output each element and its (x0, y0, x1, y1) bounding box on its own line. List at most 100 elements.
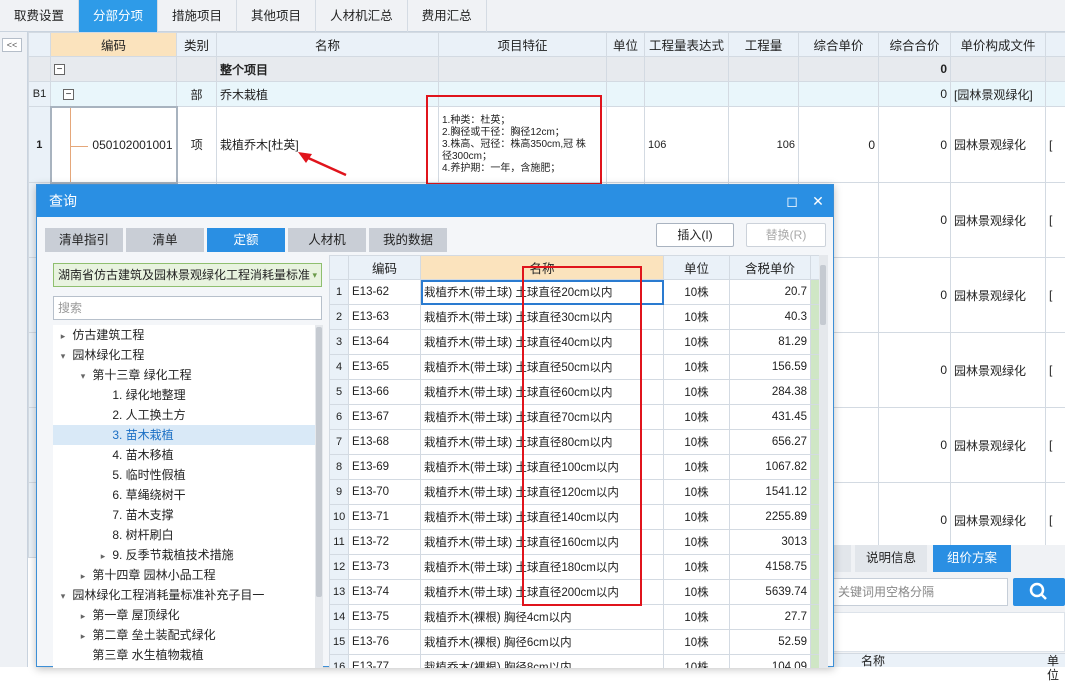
tree-search-input[interactable]: 搜索 (53, 296, 322, 320)
type-cell: 项 (177, 107, 217, 183)
collapsed-arrow-icon[interactable]: ▸ (97, 546, 109, 566)
search-button[interactable] (1013, 578, 1065, 606)
whole-project-total: 0 (879, 57, 951, 82)
tab-cost-summary[interactable]: 费用汇总 (408, 0, 487, 32)
col-header-qty-expr[interactable]: 工程量表达式 (645, 33, 729, 57)
grid-col-name[interactable]: 名称 (421, 256, 664, 280)
price-file-cell[interactable]: 园林景观绿化 (951, 258, 1046, 333)
tree-item[interactable]: 2. 人工换土方 (53, 405, 315, 425)
quota-row[interactable]: 14E13-75栽植乔木(裸根) 胸径4cm以内10株27.7 (330, 605, 820, 630)
col-header-price-file[interactable]: 单价构成文件 (951, 33, 1046, 57)
tree-item[interactable]: 5. 临时性假植 (53, 465, 315, 485)
tab-labor-material-summary[interactable]: 人材机汇总 (316, 0, 408, 32)
price-file-cell[interactable]: 园林景观绿化 (951, 333, 1046, 408)
collapsed-arrow-icon[interactable]: ▸ (57, 326, 69, 346)
quota-row[interactable]: 6E13-67栽植乔木(带土球) 土球直径70cm以内10株431.45 (330, 405, 820, 430)
expanded-arrow-icon[interactable]: ▾ (77, 366, 89, 386)
quota-row[interactable]: 13E13-74栽植乔木(带土球) 土球直径200cm以内10株5639.74 (330, 580, 820, 605)
collapsed-arrow-icon[interactable]: ▸ (77, 606, 89, 626)
expanded-arrow-icon[interactable]: ▾ (57, 586, 69, 606)
tree-item[interactable]: 6. 草绳绕树干 (53, 485, 315, 505)
code-cell[interactable]: 050102001001 (51, 107, 177, 183)
tab-pricing-scheme[interactable]: 组价方案 (933, 545, 1011, 572)
tree-item[interactable]: 1. 绿化地整理 (53, 385, 315, 405)
col-header-code[interactable]: 编码 (51, 33, 177, 57)
tree-scrollbar[interactable] (315, 325, 323, 668)
expanded-arrow-icon[interactable]: ▾ (57, 346, 69, 366)
name-cell: 栽植乔木(带土球) 土球直径20cm以内 (421, 280, 664, 305)
collapse-toggle-icon[interactable]: − (63, 89, 74, 100)
table-row-b1[interactable]: B1 − 部 乔木栽植 0 [园林景观绿化] (29, 82, 1065, 107)
qty-expr-cell[interactable]: 106 (645, 107, 729, 183)
tab-measures[interactable]: 措施项目 (158, 0, 237, 32)
tree-item-label: 2. 人工换土方 (112, 408, 185, 422)
tab-bill-guide[interactable]: 清单指引 (45, 228, 123, 252)
grid-col-price[interactable]: 含税单价 (730, 256, 811, 280)
col-header-unit[interactable]: 单位 (607, 33, 645, 57)
table-row-item1[interactable]: 1 050102001001 项 栽植乔木[杜英] 1.种类：杜英； 2.胸径或… (29, 107, 1065, 183)
col-header-name[interactable]: 名称 (217, 33, 439, 57)
maximize-icon[interactable]: ◻ (781, 185, 803, 217)
quota-row[interactable]: 4E13-65栽植乔木(带土球) 土球直径50cm以内10株156.59 (330, 355, 820, 380)
tab-other-items[interactable]: 其他项目 (237, 0, 316, 32)
tree-item[interactable]: 4. 苗木移植 (53, 445, 315, 465)
price-file-cell[interactable]: 园林景观绿化 (951, 183, 1046, 258)
keyword-search-input[interactable]: 关键词用空格分隔 (833, 578, 1008, 606)
library-select[interactable]: 湖南省仿古建筑及园林景观绿化工程消耗量标准▾ (53, 263, 322, 287)
collapsed-arrow-icon[interactable]: ▸ (77, 566, 89, 586)
tab-labor-material[interactable]: 人材机 (288, 228, 366, 252)
tab-bill[interactable]: 清单 (126, 228, 204, 252)
col-header-type[interactable]: 类别 (177, 33, 217, 57)
grid-col-code[interactable]: 编码 (349, 256, 421, 280)
tree-item[interactable]: 3. 苗木栽植 (53, 425, 315, 445)
insert-button[interactable]: 插入(I) (656, 223, 734, 247)
tree-item[interactable]: 7. 苗木支撑 (53, 505, 315, 525)
quota-row[interactable]: 3E13-64栽植乔木(带土球) 土球直径40cm以内10株81.29 (330, 330, 820, 355)
tab-my-data[interactable]: 我的数据 (369, 228, 447, 252)
price-file-cell[interactable]: 园林景观绿化 (951, 107, 1046, 183)
tab-description[interactable]: 说明信息 (855, 545, 927, 572)
col-header-qty[interactable]: 工程量 (729, 33, 799, 57)
price-file-cell[interactable]: 园林景观绿化 (951, 408, 1046, 483)
tree-item[interactable]: ▾ 园林绿化工程 (53, 345, 315, 365)
col-header-unit-price[interactable]: 综合单价 (799, 33, 879, 57)
price-cell: 27.7 (730, 605, 811, 630)
tab-sub-items[interactable]: 分部分项 (79, 0, 158, 32)
collapse-sidebar-button[interactable]: << (2, 38, 22, 52)
tree-item[interactable]: ▸ 9. 反季节栽植技术措施 (53, 545, 315, 565)
qty-cell[interactable]: 106 (729, 107, 799, 183)
quota-row[interactable]: 2E13-63栽植乔木(带土球) 土球直径30cm以内10株40.3 (330, 305, 820, 330)
collapse-toggle-icon[interactable]: − (54, 64, 65, 75)
grid-col-unit[interactable]: 单位 (664, 256, 730, 280)
col-header-features[interactable]: 项目特征 (439, 33, 607, 57)
quota-row[interactable]: 16E13-77栽植乔木(裸根) 胸径8cm以内10株104.09 (330, 655, 820, 669)
price-file-cell[interactable]: [园林景观绿化] (951, 82, 1046, 107)
quota-row[interactable]: 12E13-73栽植乔木(带土球) 土球直径180cm以内10株4158.75 (330, 555, 820, 580)
tree-item[interactable]: ▾ 第十三章 绿化工程 (53, 365, 315, 385)
tab-quota[interactable]: 定额 (207, 228, 285, 252)
quota-row[interactable]: 10E13-71栽植乔木(带土球) 土球直径140cm以内10株2255.89 (330, 505, 820, 530)
tab-fee-settings[interactable]: 取费设置 (0, 0, 79, 32)
collapsed-arrow-icon[interactable]: ▸ (77, 626, 89, 646)
tree-item[interactable]: 8. 树杆刷白 (53, 525, 315, 545)
tree-item[interactable]: ▸ 第二章 垒土装配式绿化 (53, 625, 315, 645)
table-row-whole-project[interactable]: − 整个项目 0 (29, 57, 1065, 82)
quota-row[interactable]: 8E13-69栽植乔木(带土球) 土球直径100cm以内10株1067.82 (330, 455, 820, 480)
quota-row[interactable]: 7E13-68栽植乔木(带土球) 土球直径80cm以内10株656.27 (330, 430, 820, 455)
quota-row[interactable]: 9E13-70栽植乔木(带土球) 土球直径120cm以内10株1541.12 (330, 480, 820, 505)
tree-item[interactable]: ▾ 园林绿化工程消耗量标准补充子目一 (53, 585, 315, 605)
quota-row[interactable]: 1E13-62栽植乔木(带土球) 土球直径20cm以内10株20.7 (330, 280, 820, 305)
tree-item[interactable]: ▸ 仿古建筑工程 (53, 325, 315, 345)
quota-row[interactable]: 15E13-76栽植乔木(裸根) 胸径6cm以内10株52.59 (330, 630, 820, 655)
col-header-total-price[interactable]: 综合合价 (879, 33, 951, 57)
quota-row[interactable]: 11E13-72栽植乔木(带土球) 土球直径160cm以内10株3013 (330, 530, 820, 555)
tree-item[interactable]: 第三章 水生植物栽植 (53, 645, 315, 665)
replace-button[interactable]: 替换(R) (746, 223, 826, 247)
name-cell[interactable]: 乔木栽植 (217, 82, 439, 107)
tree-item[interactable]: ▸ 第一章 屋顶绿化 (53, 605, 315, 625)
grid-scrollbar[interactable] (819, 255, 828, 668)
features-cell[interactable]: 1.种类：杜英； 2.胸径或干径：胸径12cm； 3.株高、冠径：株高350cm… (439, 107, 607, 183)
quota-row[interactable]: 5E13-66栽植乔木(带土球) 土球直径60cm以内10株284.38 (330, 380, 820, 405)
close-icon[interactable]: ✕ (807, 185, 829, 217)
tree-item[interactable]: ▸ 第十四章 园林小品工程 (53, 565, 315, 585)
